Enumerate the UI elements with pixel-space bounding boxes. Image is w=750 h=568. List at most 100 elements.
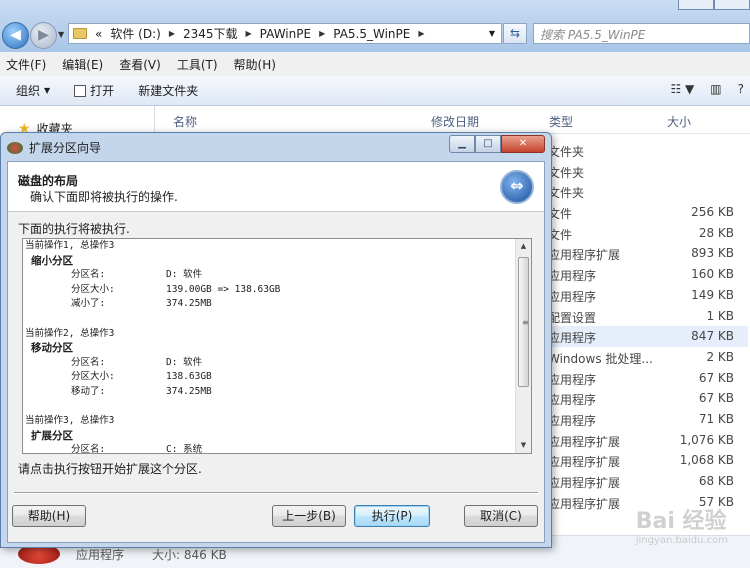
file-row[interactable]: 应用程序扩展 68 KB <box>548 471 748 492</box>
chevron-right-icon[interactable]: ▶ <box>319 29 325 38</box>
detail-key: 分区名: <box>71 444 106 454</box>
window-controls <box>678 0 750 10</box>
file-size: 67 KB <box>698 391 734 406</box>
address-bar[interactable]: « 软件 (D:) ▶ 2345下载 ▶ PAWinPE ▶ PA5.5_Win… <box>68 23 502 44</box>
chevron-right-icon[interactable]: ▶ <box>169 29 175 38</box>
vertical-scrollbar[interactable]: ▲ ≡ ▼ <box>515 239 531 453</box>
file-row[interactable]: 应用程序 67 KB <box>548 368 748 389</box>
operation-name: 移动分区 <box>31 342 73 355</box>
help-icon[interactable]: ? <box>738 82 744 96</box>
file-row[interactable]: 文件夹 <box>548 181 748 202</box>
file-row[interactable]: Windows 批处理... 2 KB <box>548 347 748 368</box>
file-type: 应用程序 <box>548 393 597 408</box>
detail-key: 分区大小: <box>71 371 115 383</box>
operation-detail: 减小了: 374.25MB <box>25 297 515 312</box>
file-size: 149 KB <box>691 287 734 302</box>
column-size[interactable]: 大小 <box>667 113 691 130</box>
file-row[interactable]: 文件夹 <box>548 140 748 161</box>
forward-arrow-icon[interactable]: ▶ <box>30 22 57 49</box>
detail-value: D: 软件 <box>166 269 203 281</box>
menu-tools[interactable]: 工具(T) <box>177 56 218 73</box>
back-arrow-icon[interactable]: ◀ <box>2 22 29 49</box>
organize-button[interactable]: 组织 ▼ <box>16 82 50 99</box>
new-folder-button[interactable]: 新建文件夹 <box>138 82 198 99</box>
detail-value: C: 系统 <box>166 444 203 454</box>
file-row[interactable]: 应用程序 71 KB <box>548 409 748 430</box>
file-row[interactable]: 配置设置 1 KB <box>548 306 748 327</box>
minimize-button[interactable] <box>678 0 714 10</box>
cancel-button[interactable]: 取消(C) <box>464 505 538 527</box>
maximize-button[interactable] <box>714 0 750 10</box>
breadcrumb-overflow[interactable]: « <box>95 27 102 41</box>
open-button[interactable]: 打开 <box>74 82 114 99</box>
help-button[interactable]: 帮助(H) <box>12 505 86 527</box>
organize-label: 组织 <box>16 84 41 98</box>
file-size: 28 KB <box>698 225 734 240</box>
execute-button[interactable]: 执行(P) <box>354 505 430 527</box>
detail-key: 分区名: <box>71 356 106 368</box>
file-row[interactable]: 文件夹 <box>548 161 748 182</box>
minimize-button[interactable]: ▁ <box>449 135 475 153</box>
maximize-button[interactable]: □ <box>475 135 501 153</box>
menu-file[interactable]: 文件(F) <box>6 56 46 73</box>
operations-list[interactable]: 当前操作1, 总操作3 缩小分区 分区名: D: 软件 分区大小: 139.00GB =>… <box>22 238 532 454</box>
wizard-heading: 磁盘的布局 <box>18 174 79 188</box>
operation-spacer <box>25 400 515 415</box>
menu-help[interactable]: 帮助(H) <box>234 56 276 73</box>
column-type[interactable]: 类型 <box>549 113 573 130</box>
detail-value: 374.25MB <box>166 385 212 397</box>
watermark: Bai 经验 jingyan.baidu.com <box>636 503 728 546</box>
breadcrumb-downloads[interactable]: 2345下载 <box>183 25 238 42</box>
dialog-title: 扩展分区向导 <box>29 141 102 155</box>
file-row[interactable]: 应用程序 847 KB <box>548 326 748 347</box>
file-size: 1,068 KB <box>679 453 734 468</box>
detail-key: 分区名: <box>71 269 106 281</box>
column-modified[interactable]: 修改日期 <box>431 113 479 130</box>
wizard-header: 磁盘的布局 确认下面即将被执行的操作. ⇔ <box>8 162 544 212</box>
operations-text: 当前操作1, 总操作3 缩小分区 分区名: D: 软件 分区大小: 139.00GB =>… <box>25 239 515 454</box>
breadcrumb-current[interactable]: PA5.5_WinPE <box>333 27 410 41</box>
breadcrumb-drive[interactable]: 软件 (D:) <box>110 25 160 42</box>
file-row[interactable]: 文件 256 KB <box>548 202 748 223</box>
refresh-icon[interactable]: ⇆ <box>503 23 527 44</box>
operation-header: 当前操作1, 总操作3 <box>25 240 115 251</box>
chevron-right-icon[interactable]: ▶ <box>418 29 424 38</box>
recent-pages-chevron-icon[interactable]: ▼ <box>58 30 64 39</box>
column-name[interactable]: 名称 <box>173 113 197 130</box>
view-options-icon[interactable]: ☷ ▼ <box>670 82 694 96</box>
wizard-subheading: 确认下面即将被执行的操作. <box>30 190 178 204</box>
breadcrumb-pawinpe[interactable]: PAWinPE <box>260 27 311 41</box>
scroll-up-icon[interactable]: ▲ <box>516 239 531 254</box>
preview-pane-icon[interactable]: ▥ <box>710 82 721 96</box>
dialog-titlebar: 扩展分区向导 <box>7 139 101 156</box>
scroll-down-icon[interactable]: ▼ <box>516 438 531 453</box>
file-row[interactable]: 应用程序 149 KB <box>548 285 748 306</box>
operation-detail: 分区名: D: 软件 <box>25 356 515 371</box>
detail-value: 374.25MB <box>166 298 212 310</box>
address-dropdown-icon[interactable]: ▼ <box>489 29 495 38</box>
scroll-thumb[interactable]: ≡ <box>518 257 529 387</box>
open-label: 打开 <box>90 84 115 98</box>
search-input[interactable]: 搜索 PA5.5_WinPE <box>533 23 750 44</box>
selected-type: 应用程序 <box>76 548 125 562</box>
selected-size: 大小: 846 KB <box>152 548 227 562</box>
operation-name: 扩展分区 <box>31 429 73 442</box>
menu-view[interactable]: 查看(V) <box>119 56 161 73</box>
file-size: 160 KB <box>691 267 734 282</box>
chevron-right-icon[interactable]: ▶ <box>246 29 252 38</box>
divider <box>14 492 538 494</box>
file-row[interactable]: 应用程序扩展 893 KB <box>548 243 748 264</box>
file-row[interactable]: 应用程序 67 KB <box>548 388 748 409</box>
file-row[interactable]: 应用程序扩展 1,076 KB <box>548 430 748 451</box>
back-button[interactable]: 上一步(B) <box>272 505 346 527</box>
file-row[interactable]: 文件 28 KB <box>548 223 748 244</box>
file-row[interactable]: 应用程序扩展 1,068 KB <box>548 450 748 471</box>
detail-value: 138.63GB <box>166 371 212 383</box>
file-size: 893 KB <box>691 246 734 261</box>
detail-key: 移动了: <box>71 385 106 397</box>
close-button[interactable]: ✕ <box>501 135 545 153</box>
file-row[interactable]: 应用程序 160 KB <box>548 264 748 285</box>
new-folder-label: 新建文件夹 <box>138 84 199 98</box>
menu-edit[interactable]: 编辑(E) <box>62 56 103 73</box>
operation-name: 缩小分区 <box>31 254 73 267</box>
